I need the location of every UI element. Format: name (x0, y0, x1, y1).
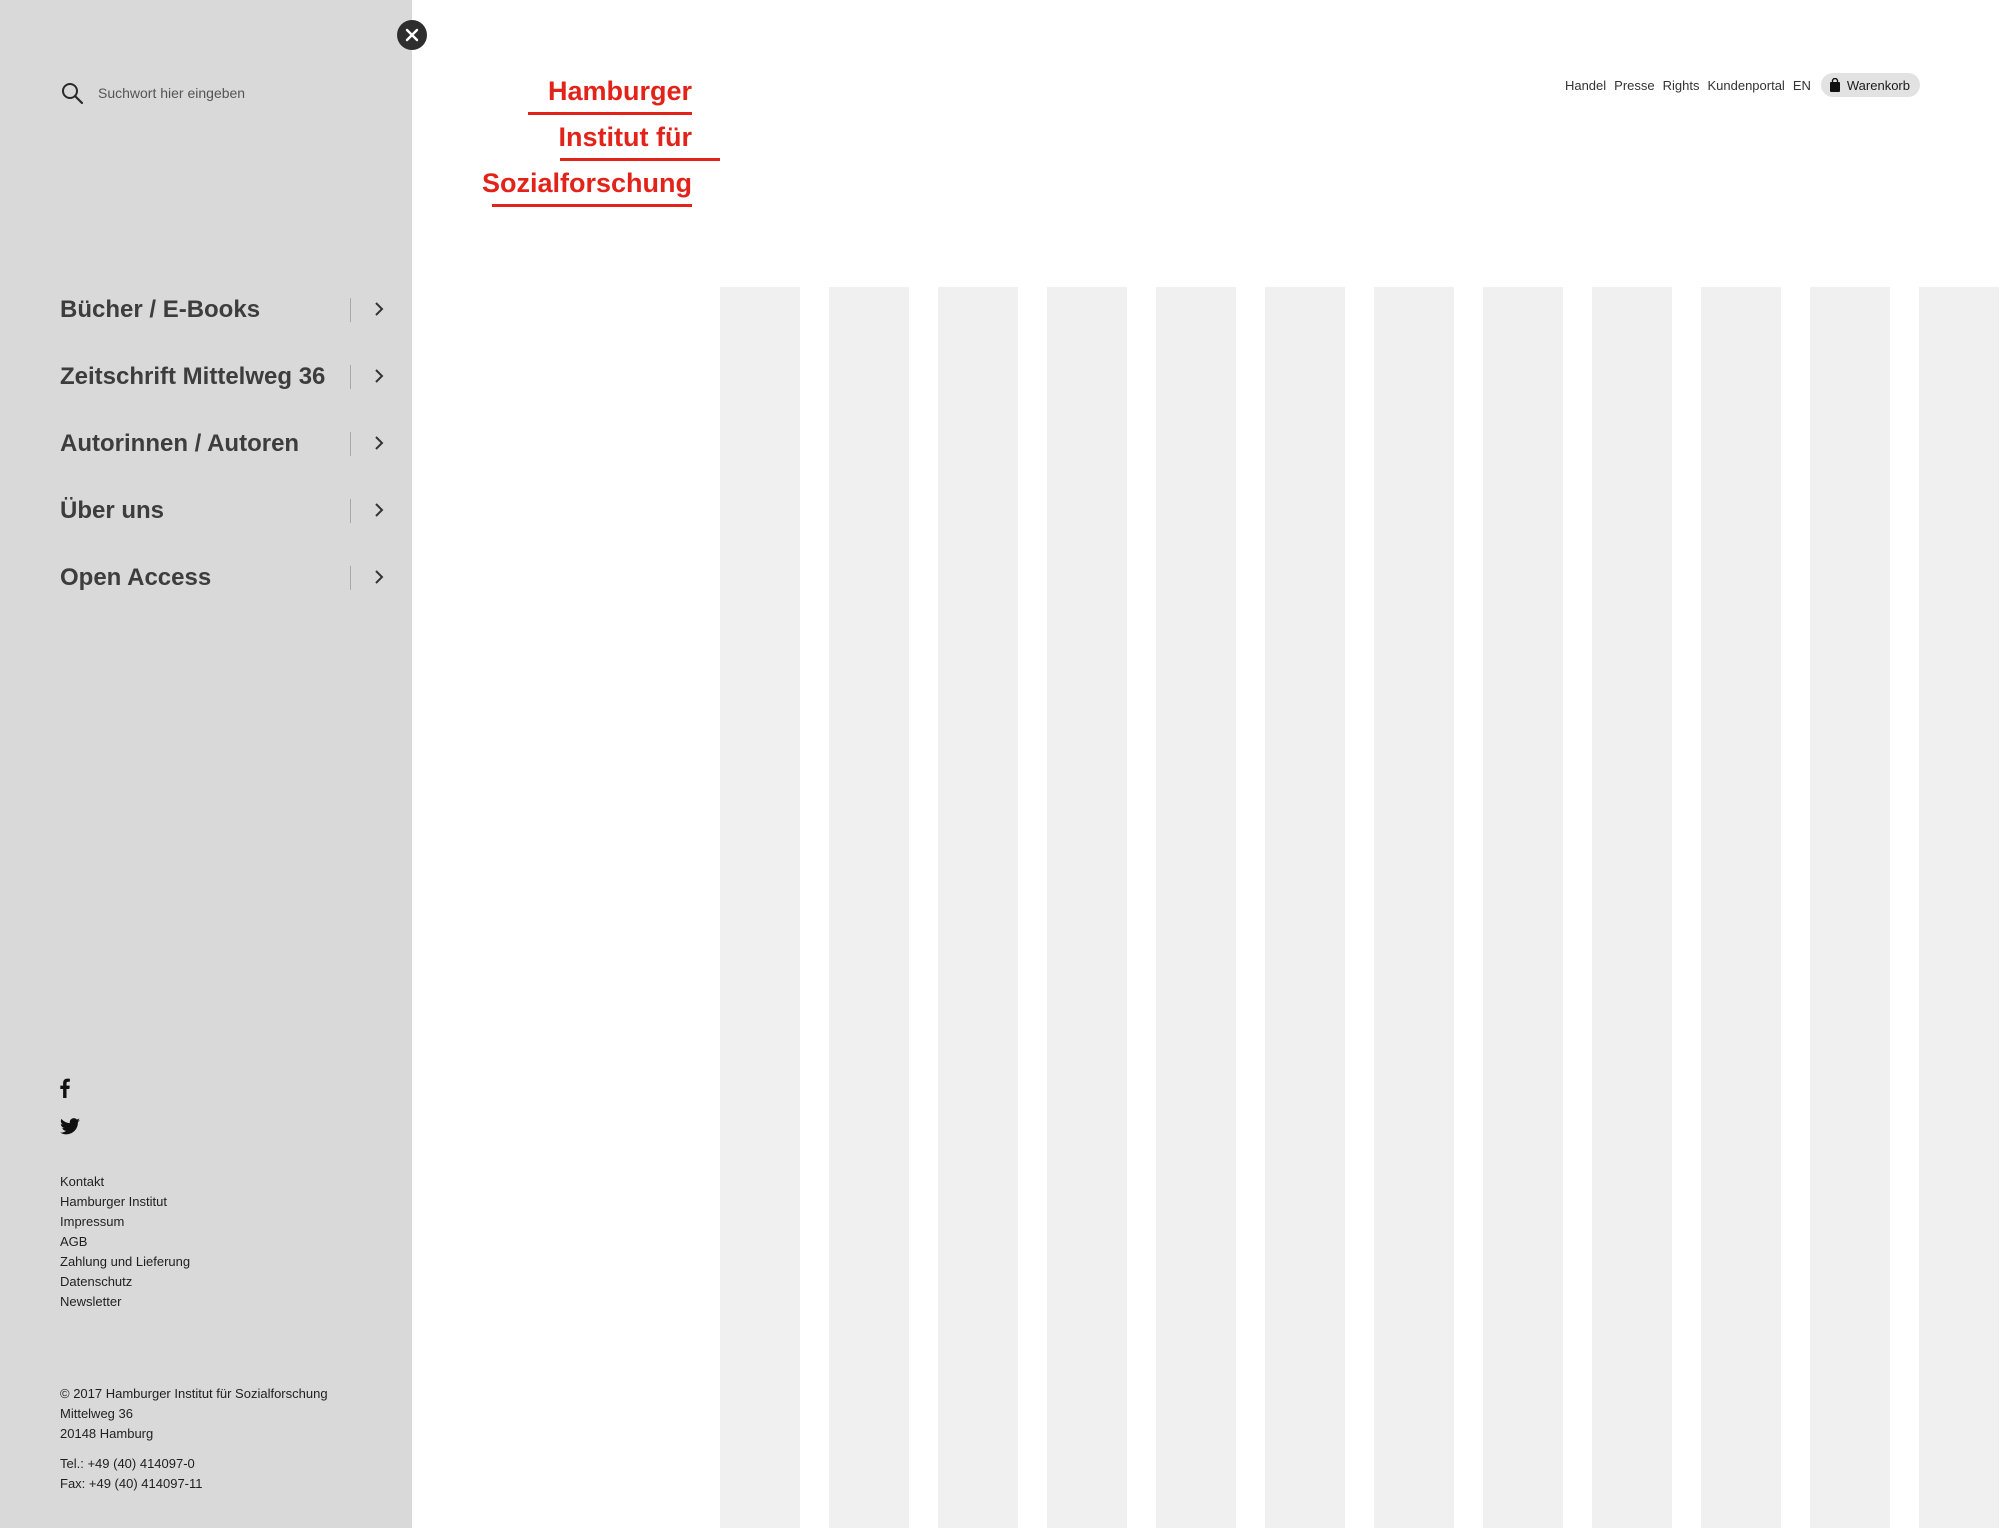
menu-item-ueber-uns[interactable]: Über uns (60, 477, 392, 544)
footer-link-newsletter[interactable]: Newsletter (60, 1292, 190, 1312)
grid-column-placeholder (1156, 287, 1236, 1528)
cart-button[interactable]: Warenkorb (1820, 73, 1920, 97)
facebook-icon[interactable] (60, 1078, 80, 1118)
logo-underline-2 (560, 158, 720, 161)
chevron-right-icon[interactable] (372, 502, 386, 518)
search-input[interactable] (98, 85, 358, 101)
menu-item-label: Bücher / E-Books (60, 295, 261, 323)
menu-item-label: Open Access (60, 563, 212, 591)
logo-underline-3 (492, 204, 692, 207)
shopping-bag-icon (1829, 78, 1840, 92)
footer-links: Kontakt Hamburger Institut Impressum AGB… (60, 1172, 190, 1312)
grid-column-placeholder (1919, 287, 1999, 1528)
top-nav-link-kundenportal[interactable]: Kundenportal (1707, 78, 1784, 93)
social-links (60, 1078, 80, 1158)
twitter-icon[interactable] (60, 1118, 80, 1158)
top-nav-link-rights[interactable]: Rights (1663, 78, 1700, 93)
logo-line-2: Institut für (558, 122, 692, 152)
menu-item-label: Autorinnen / Autoren (60, 429, 300, 457)
address-spacer (60, 1444, 328, 1454)
fax-number: Fax: +49 (40) 414097-11 (60, 1476, 203, 1491)
top-navigation: Handel Presse Rights Kundenportal EN War… (1565, 72, 1920, 98)
menu-item-divider (350, 499, 351, 523)
address-block: © 2017 Hamburger Institut für Sozialfors… (60, 1384, 328, 1494)
menu-item-divider (350, 566, 351, 590)
phone-number: Tel.: +49 (40) 414097-0 (60, 1456, 195, 1471)
chevron-right-icon[interactable] (372, 435, 386, 451)
grid-column-placeholder (829, 287, 909, 1528)
search-icon[interactable] (60, 81, 84, 105)
top-nav-link-handel[interactable]: Handel (1565, 78, 1606, 93)
menu-item-divider (350, 298, 351, 322)
grid-column-placeholder (1374, 287, 1454, 1528)
footer-link-impressum[interactable]: Impressum (60, 1212, 190, 1232)
footer-link-datenschutz[interactable]: Datenschutz (60, 1272, 190, 1292)
chevron-right-icon[interactable] (372, 301, 386, 317)
logo-line-3: Sozialforschung (481, 168, 692, 198)
menu-item-divider (350, 365, 351, 389)
grid-column-placeholder (1483, 287, 1563, 1528)
language-switch-en[interactable]: EN (1793, 78, 1811, 93)
address-street: Mittelweg 36 (60, 1406, 133, 1421)
menu-item-buecher[interactable]: Bücher / E-Books (60, 276, 392, 343)
top-nav-link-presse[interactable]: Presse (1614, 78, 1654, 93)
site-logo[interactable]: Hamburger Institut für Sozialforschung (480, 72, 740, 212)
menu-item-open-access[interactable]: Open Access (60, 544, 392, 611)
menu-item-autoren[interactable]: Autorinnen / Autoren (60, 410, 392, 477)
menu-item-zeitschrift[interactable]: Zeitschrift Mittelweg 36 (60, 343, 392, 410)
main-menu: Bücher / E-Books Zeitschrift Mittelweg 3… (60, 276, 392, 611)
grid-column-placeholder (1047, 287, 1127, 1528)
close-menu-button[interactable] (397, 20, 427, 50)
address-city: 20148 Hamburg (60, 1426, 154, 1441)
close-icon (405, 28, 419, 42)
footer-link-zahlung-und-lieferung[interactable]: Zahlung und Lieferung (60, 1252, 190, 1272)
grid-column-placeholder (720, 287, 800, 1528)
search-bar (60, 80, 380, 106)
footer-link-hamburger-institut[interactable]: Hamburger Institut (60, 1192, 190, 1212)
grid-column-placeholder (1592, 287, 1672, 1528)
grid-column-placeholder (938, 287, 1018, 1528)
logo-line-1: Hamburger (547, 76, 692, 106)
footer-link-kontakt[interactable]: Kontakt (60, 1172, 190, 1192)
menu-item-label: Zeitschrift Mittelweg 36 (60, 362, 326, 390)
side-menu-panel: Bücher / E-Books Zeitschrift Mittelweg 3… (0, 0, 412, 1528)
chevron-right-icon[interactable] (372, 569, 386, 585)
menu-item-divider (350, 432, 351, 456)
grid-column-placeholder (1701, 287, 1781, 1528)
cart-label: Warenkorb (1846, 77, 1910, 93)
copyright-text: © 2017 Hamburger Institut für Sozialfors… (60, 1386, 328, 1401)
menu-item-label: Über uns (60, 496, 165, 524)
footer-link-agb[interactable]: AGB (60, 1232, 190, 1252)
grid-column-placeholder (1265, 287, 1345, 1528)
grid-column-placeholder (1810, 287, 1890, 1528)
chevron-right-icon[interactable] (372, 368, 386, 384)
logo-underline-1 (528, 112, 692, 115)
